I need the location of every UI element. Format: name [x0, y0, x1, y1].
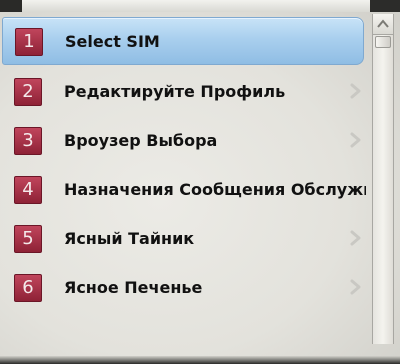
menu-item-clear-cookies[interactable]: 6 Ясное Печенье: [0, 264, 366, 310]
bezel-bottom: [0, 356, 400, 364]
menu-item-label: Назначения Сообщения Обслужи: [64, 179, 366, 199]
scroll-up-arrow-icon: [377, 19, 389, 28]
item-number-badge: 6: [14, 274, 42, 302]
menu-item-label: Select SIM: [65, 31, 160, 51]
chevron-right-icon: [350, 230, 361, 246]
menu-item-edit-profile[interactable]: 2 Редактируйте Профиль: [0, 68, 366, 114]
menu-item-select-sim[interactable]: 1 Select SIM: [2, 17, 364, 65]
sim-menu-screen: 1 Select SIM 2 Редактируйте Профиль 3 Вр…: [0, 0, 400, 364]
sim-menu-list: 1 Select SIM 2 Редактируйте Профиль 3 Вр…: [0, 14, 366, 310]
menu-item-label: Редактируйте Профиль: [64, 81, 286, 101]
menu-item-label: Ясный Тайник: [64, 228, 195, 248]
item-number-badge: 1: [15, 28, 43, 56]
scroll-thumb[interactable]: [375, 36, 391, 48]
menu-item-clear-cache[interactable]: 5 Ясный Тайник: [0, 215, 366, 261]
item-number-badge: 4: [14, 176, 42, 204]
item-number-badge: 3: [14, 127, 42, 155]
menu-item-label: Вроузер Выбора: [64, 130, 218, 150]
chevron-right-icon: [350, 83, 361, 99]
status-bar: [0, 0, 400, 12]
vertical-scrollbar[interactable]: [372, 14, 394, 344]
menu-item-service-messages[interactable]: 4 Назначения Сообщения Обслужи: [0, 166, 366, 212]
menu-item-browser-choice[interactable]: 3 Вроузер Выбора: [0, 117, 366, 163]
chevron-right-icon: [350, 279, 361, 295]
item-number-badge: 5: [14, 225, 42, 253]
bezel-left: [0, 0, 22, 12]
bezel-right: [370, 0, 400, 12]
item-number-badge: 2: [14, 78, 42, 106]
chevron-right-icon: [350, 132, 361, 148]
menu-item-label: Ясное Печенье: [64, 277, 203, 297]
scroll-up-button[interactable]: [373, 14, 393, 35]
